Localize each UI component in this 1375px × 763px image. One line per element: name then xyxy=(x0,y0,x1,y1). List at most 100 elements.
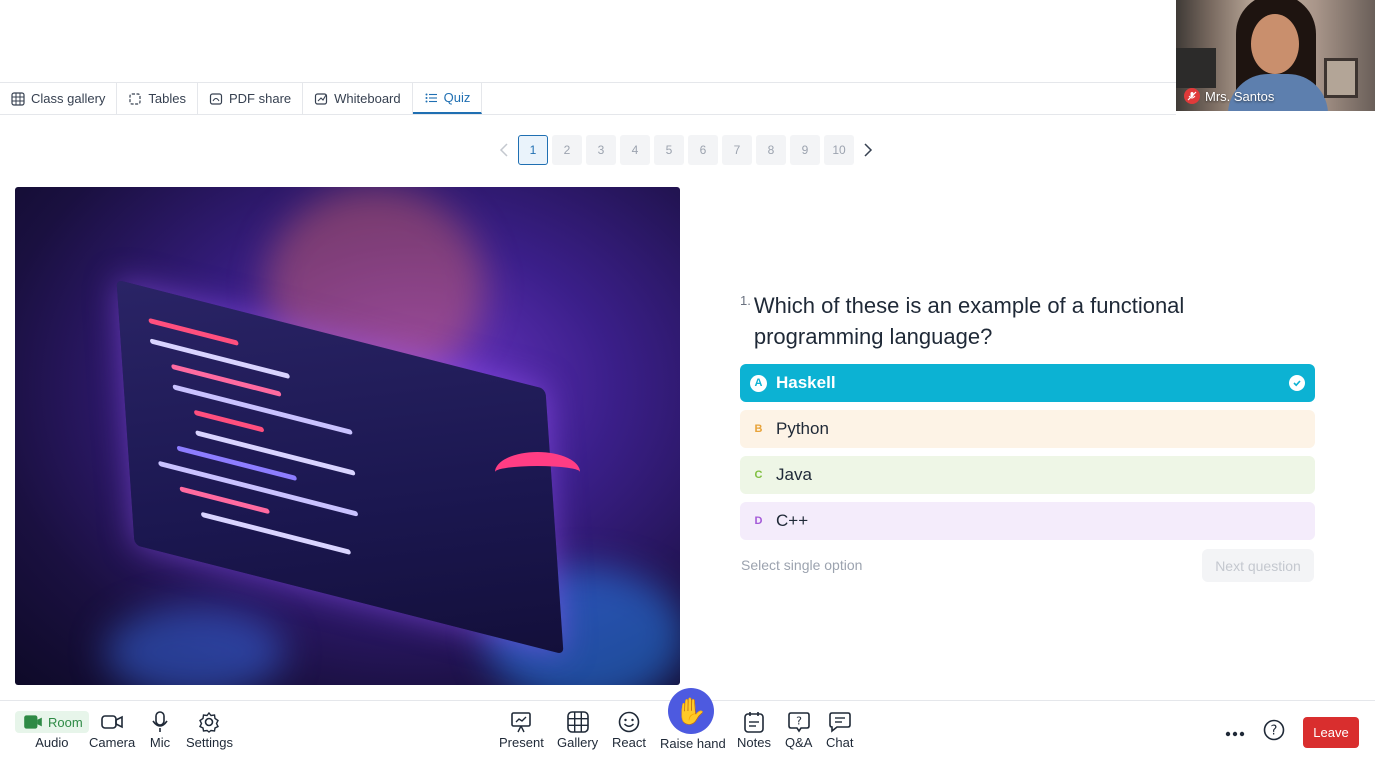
page-button-2[interactable]: 2 xyxy=(552,135,582,165)
answer-option-d[interactable]: D C++ xyxy=(740,502,1315,540)
camera-label: Camera xyxy=(89,735,136,750)
participant-video-tile[interactable]: Mrs. Santos xyxy=(1176,0,1375,111)
mic-label: Mic xyxy=(149,735,171,750)
audio-label: Audio xyxy=(35,735,69,750)
list-icon xyxy=(425,93,437,102)
room-audio-icon xyxy=(24,715,42,729)
tab-class-gallery[interactable]: Class gallery xyxy=(0,83,118,114)
page-button-1[interactable]: 1 xyxy=(518,135,548,165)
raise-hand-button[interactable]: ✋ xyxy=(668,688,714,734)
page-button-9[interactable]: 9 xyxy=(790,135,820,165)
tab-label: Whiteboard xyxy=(334,91,401,106)
settings-button[interactable]: Settings xyxy=(186,711,233,750)
question-heading: 1. Which of these is an example of a fun… xyxy=(740,290,1315,352)
present-button[interactable]: Present xyxy=(499,711,544,750)
present-icon xyxy=(511,712,532,733)
tab-quiz[interactable]: Quiz xyxy=(412,83,483,114)
previous-page-button[interactable] xyxy=(494,135,514,165)
answer-option-b[interactable]: B Python xyxy=(740,410,1315,448)
code-line xyxy=(193,409,265,433)
tab-label: PDF share xyxy=(229,91,292,106)
image-glow xyxy=(105,607,285,685)
smiley-icon xyxy=(618,711,640,733)
option-label: Java xyxy=(776,465,812,484)
mic-muted-icon xyxy=(1184,88,1200,104)
app-window: Mrs. Santos Class gallery Tables PDF sha… xyxy=(0,0,1375,763)
page-button-3[interactable]: 3 xyxy=(586,135,616,165)
gallery-grid-icon xyxy=(566,711,589,733)
option-label: Python xyxy=(776,419,829,438)
code-line xyxy=(195,430,356,476)
more-options-button[interactable] xyxy=(1225,724,1245,742)
question-pagination: 1 2 3 4 5 6 7 8 9 10 xyxy=(494,135,878,165)
selection-hint: Select single option xyxy=(741,557,863,573)
next-question-button[interactable]: Next question xyxy=(1202,549,1314,582)
page-button-4[interactable]: 4 xyxy=(620,135,650,165)
mic-button[interactable]: Mic xyxy=(148,711,172,750)
present-label: Present xyxy=(499,735,544,750)
svg-text:?: ? xyxy=(796,715,802,728)
meeting-toolbar: Room Audio Camera Mic Settings Present G… xyxy=(0,688,1375,763)
audio-button[interactable]: Room Audio xyxy=(15,711,89,750)
option-letter: D xyxy=(750,512,767,530)
tables-icon xyxy=(129,92,142,105)
svg-text:?: ? xyxy=(1271,724,1278,739)
whiteboard-icon xyxy=(315,92,328,105)
pink-accent-shape xyxy=(495,452,580,492)
chat-bubble-icon xyxy=(828,712,851,733)
question-number: 1. xyxy=(740,293,751,308)
participant-label: Mrs. Santos xyxy=(1184,88,1274,104)
notes-label: Notes xyxy=(737,735,771,750)
gallery-label: Gallery xyxy=(557,735,599,750)
page-button-6[interactable]: 6 xyxy=(688,135,718,165)
qa-label: Q&A xyxy=(785,735,813,750)
option-letter: C xyxy=(750,466,767,484)
room-badge-label: Room xyxy=(48,714,83,730)
answer-options: A Haskell B Python C Java D C++ xyxy=(740,364,1315,540)
question-text: Which of these is an example of a functi… xyxy=(753,293,1185,349)
chevron-right-icon xyxy=(864,143,873,157)
help-button[interactable]: ? xyxy=(1263,719,1285,746)
question-bubble-icon: ? xyxy=(787,712,810,733)
leave-button[interactable]: Leave xyxy=(1303,717,1359,748)
grid-icon xyxy=(11,91,25,106)
chat-label: Chat xyxy=(826,735,854,750)
camera-icon xyxy=(101,715,123,729)
answer-option-a[interactable]: A Haskell xyxy=(740,364,1315,402)
option-label: C++ xyxy=(776,511,809,530)
notes-button[interactable]: Notes xyxy=(737,711,771,750)
question-panel: 1. Which of these is an example of a fun… xyxy=(740,290,1315,540)
raise-hand-label: Raise hand xyxy=(660,736,726,751)
tab-whiteboard[interactable]: Whiteboard xyxy=(303,83,413,114)
question-image xyxy=(15,187,680,685)
content-tabs: Class gallery Tables PDF share Whiteboar… xyxy=(0,82,1176,115)
answer-option-c[interactable]: C Java xyxy=(740,456,1315,494)
page-button-5[interactable]: 5 xyxy=(654,135,684,165)
next-page-button[interactable] xyxy=(858,135,878,165)
mic-icon xyxy=(152,711,168,732)
option-letter: B xyxy=(750,420,767,438)
option-label: Haskell xyxy=(776,373,836,392)
more-dots-icon xyxy=(1225,731,1245,736)
participant-name: Mrs. Santos xyxy=(1205,88,1275,104)
notes-icon xyxy=(744,712,764,733)
gallery-button[interactable]: Gallery xyxy=(557,711,598,750)
page-button-8[interactable]: 8 xyxy=(756,135,786,165)
toolbar-right-group: ? Leave xyxy=(1225,717,1359,748)
react-button[interactable]: React xyxy=(612,711,646,750)
check-circle-icon xyxy=(1289,375,1305,391)
page-button-7[interactable]: 7 xyxy=(722,135,752,165)
tab-pdf-share[interactable]: PDF share xyxy=(198,83,304,114)
qa-button[interactable]: ? Q&A xyxy=(785,711,812,750)
chevron-left-icon xyxy=(499,143,508,157)
code-line xyxy=(149,338,290,380)
camera-button[interactable]: Camera xyxy=(89,711,135,750)
settings-label: Settings xyxy=(186,735,233,750)
chat-button[interactable]: Chat xyxy=(826,711,853,750)
room-badge: Room xyxy=(15,711,89,733)
tab-tables[interactable]: Tables xyxy=(117,83,198,114)
page-button-10[interactable]: 10 xyxy=(824,135,854,165)
video-person-face xyxy=(1251,14,1299,74)
tab-label: Quiz xyxy=(443,90,471,105)
video-shelf xyxy=(1176,48,1216,88)
